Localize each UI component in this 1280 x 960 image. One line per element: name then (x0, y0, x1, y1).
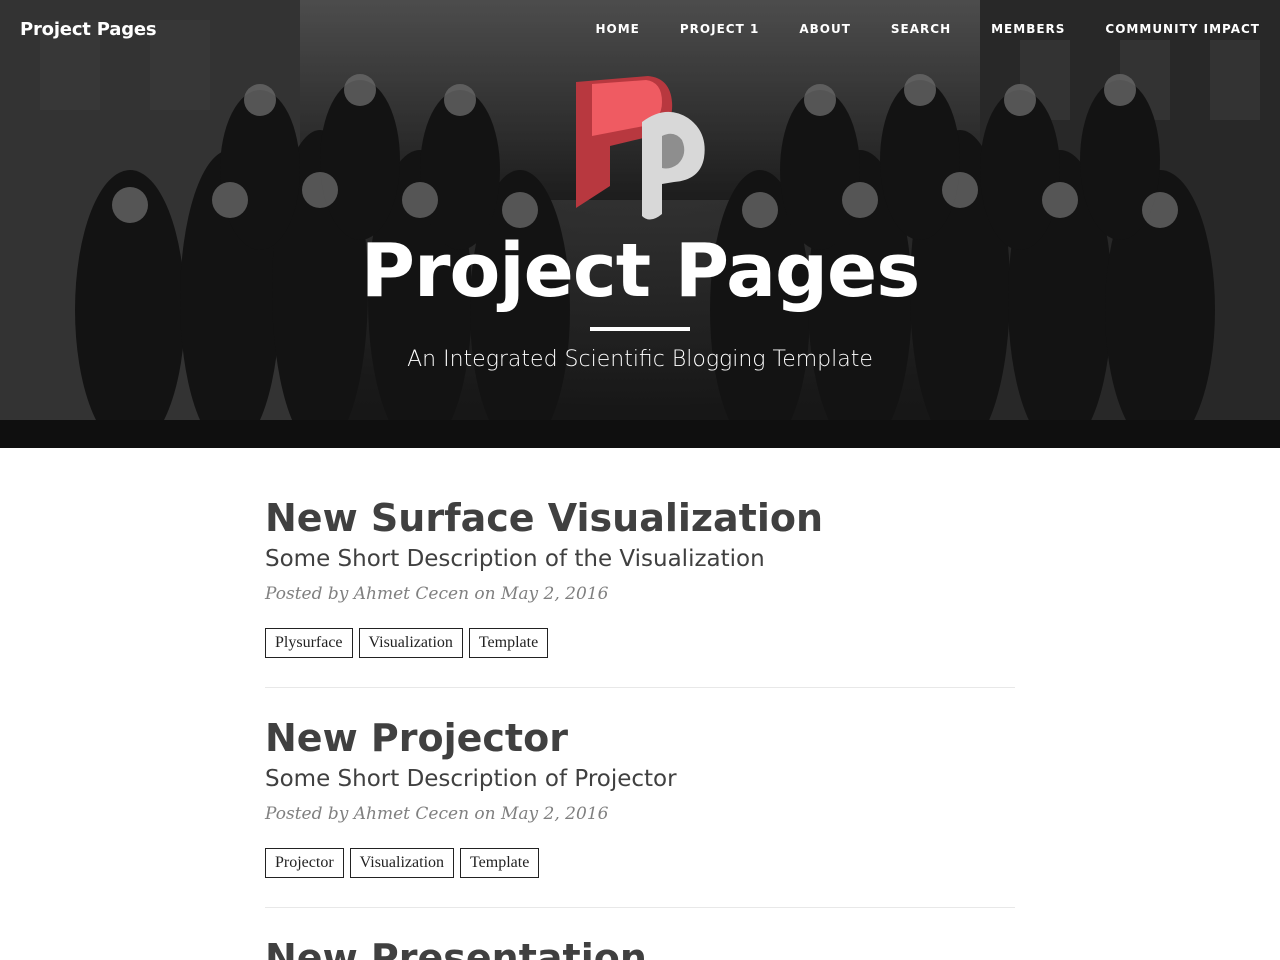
nav-link-home[interactable]: HOME (596, 22, 640, 36)
title-divider (590, 327, 690, 331)
tag-visualization[interactable]: Visualization (349, 848, 455, 878)
post-tags: Projector Visualization Template (265, 848, 540, 878)
tag-projector[interactable]: Projector (265, 848, 344, 878)
navbar-brand[interactable]: Project Pages (20, 19, 157, 40)
post-title-link[interactable]: New Projector (265, 714, 568, 762)
header-overlay (0, 0, 1280, 448)
post-preview: New Presentation (265, 888, 1015, 960)
tag-visualization[interactable]: Visualization (358, 628, 463, 658)
nav-link-about[interactable]: ABOUT (799, 22, 851, 36)
post-title-link[interactable]: New Presentation (265, 934, 647, 960)
nav-link-search[interactable]: SEARCH (891, 22, 951, 36)
navbar: Project Pages HOME PROJECT 1 ABOUT SEARC… (0, 0, 1280, 60)
project-pages-logo-icon (576, 76, 705, 220)
post-meta: Posted by Ahmet Cecen on May 2, 2016 (265, 584, 609, 604)
nav-link-members[interactable]: MEMBERS (991, 22, 1065, 36)
post-preview: New Surface Visualization Some Short Des… (265, 448, 1015, 688)
post-title-link[interactable]: New Surface Visualization (265, 494, 823, 542)
post-meta: Posted by Ahmet Cecen on May 2, 2016 (265, 804, 609, 824)
site-title: Project Pages (360, 228, 921, 314)
tag-plysurface[interactable]: Plysurface (265, 628, 353, 658)
post-subtitle: Some Short Description of the Visualizat… (265, 546, 765, 572)
nav-link-project-1[interactable]: PROJECT 1 (680, 22, 759, 36)
post-preview: New Projector Some Short Description of … (265, 668, 1015, 908)
tag-template[interactable]: Template (460, 848, 540, 878)
masthead: Project Pages HOME PROJECT 1 ABOUT SEARC… (0, 0, 1280, 448)
post-list: New Surface Visualization Some Short Des… (265, 448, 1015, 960)
site-subtitle: An Integrated Scientific Blogging Templa… (407, 347, 873, 372)
nav-links: HOME PROJECT 1 ABOUT SEARCH MEMBERS COMM… (556, 22, 1261, 36)
post-tags: Plysurface Visualization Template (265, 628, 549, 658)
post-subtitle: Some Short Description of Projector (265, 766, 677, 792)
nav-link-community-impact[interactable]: COMMUNITY IMPACT (1105, 22, 1260, 36)
tag-template[interactable]: Template (468, 628, 549, 658)
